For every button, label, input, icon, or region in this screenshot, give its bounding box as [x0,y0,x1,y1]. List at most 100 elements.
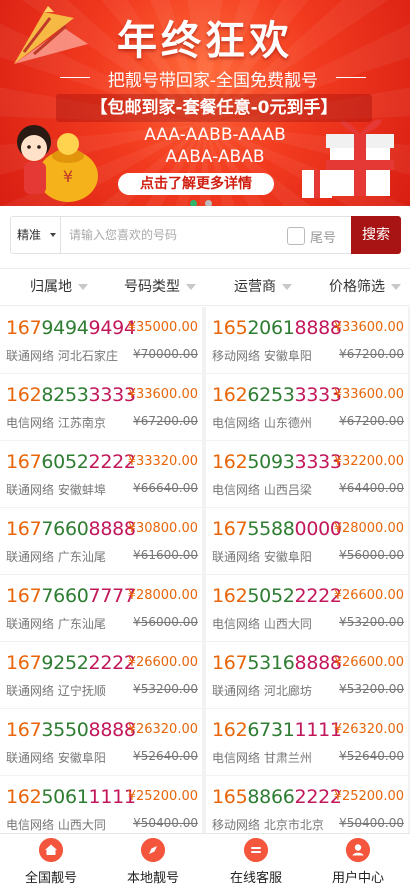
nav-label: 用户中心 [331,871,384,886]
phone-number: 16282533333 [6,384,136,406]
app-page: ¥ 年终狂欢 把靓号带回家-全国免费靓号 【包邮到家-套餐任意-0元到手】 AA… [0,0,410,887]
carrier-location: 电信网络 江苏南京 [6,416,106,430]
promo-banner[interactable]: ¥ 年终狂欢 把靓号带回家-全国免费靓号 【包邮到家-套餐任意-0元到手】 AA… [0,0,410,206]
sale-price: ¥26320.00 [333,722,404,737]
phone-number: 16250522222 [212,585,342,607]
phone-number: 16753168888 [212,652,342,674]
number-listing-grid: 16794949494 ¥35000.00 联通网络 河北石家庄 ¥70000.00 1… [0,307,410,833]
carrier-location: 联通网络 河北石家庄 [6,349,118,363]
original-price: ¥53200.00 [133,682,198,696]
nav-item-service[interactable]: 在线客服 [205,834,307,887]
filter-location[interactable]: 归属地 [30,269,88,305]
filter-carrier[interactable]: 运营商 [234,269,292,305]
carrier-location: 联通网络 广东汕尾 [6,550,106,564]
original-price: ¥66640.00 [133,481,198,495]
nav-label: 在线客服 [229,871,282,886]
user-icon [346,838,370,862]
filter-price-label: 价格筛选 [329,279,385,295]
carousel-dots[interactable] [190,192,220,206]
phone-number: 16735508888 [6,719,136,741]
nav-item-national[interactable]: 全国靓号 [0,834,102,887]
carrier-location: 电信网络 甘肃兰州 [212,751,312,765]
original-price: ¥61600.00 [133,548,198,562]
number-card[interactable]: 16520618888 ¥33600.00 移动网络 安徽阜阳 ¥67200.00 [206,307,408,373]
carrier-location: 联通网络 广东汕尾 [6,617,106,631]
search-input[interactable] [69,223,279,247]
sale-price: ¥26600.00 [333,588,404,603]
original-price: ¥67200.00 [339,414,404,428]
original-price: ¥53200.00 [339,615,404,629]
tail-number-checkbox[interactable] [287,227,305,245]
sale-price: ¥28000.00 [333,521,404,536]
original-price: ¥53200.00 [339,682,404,696]
number-card[interactable]: 16776608888 ¥30800.00 联通网络 广东汕尾 ¥61600.00 [0,508,202,574]
banner-patterns-line1: AAA-AABB-AAAB [144,125,286,145]
carrier-location: 移动网络 安徽阜阳 [212,349,312,363]
carrier-location: 电信网络 山西大同 [212,617,312,631]
phone-number: 16267311111 [212,719,342,741]
sale-price: ¥26600.00 [127,655,198,670]
phone-number: 16588662222 [212,786,342,808]
filter-number-type[interactable]: 号码类型 [124,269,196,305]
compass-icon [141,838,165,862]
number-card[interactable]: 16262533333 ¥33600.00 电信网络 山东德州 ¥67200.00 [206,374,408,440]
phone-number: 16520618888 [212,317,342,339]
search-button[interactable]: 搜索 [351,216,401,254]
sale-price: ¥33600.00 [127,387,198,402]
original-price: ¥67200.00 [133,414,198,428]
original-price: ¥50400.00 [133,816,198,830]
number-card[interactable]: 16735508888 ¥26320.00 联通网络 安徽阜阳 ¥52640.00 [0,709,202,775]
phone-number: 16776607777 [6,585,136,607]
dropdown-arrow-icon [186,284,196,290]
filter-location-label: 归属地 [30,279,72,295]
carrier-location: 联通网络 河北廊坊 [212,684,312,698]
nav-item-user[interactable]: 用户中心 [307,834,409,887]
filter-price[interactable]: 价格筛选 [329,269,401,305]
filter-bar: 归属地 号码类型 运营商 价格筛选 [0,268,410,306]
phone-number: 16794949494 [6,317,136,339]
number-card[interactable]: 16282533333 ¥33600.00 电信网络 江苏南京 ¥67200.00 [0,374,202,440]
phone-number: 16776608888 [6,518,136,540]
number-card[interactable]: 16250933333 ¥32200.00 电信网络 山西吕梁 ¥64400.00 [206,441,408,507]
number-card[interactable]: 16250522222 ¥26600.00 电信网络 山西大同 ¥53200.00 [206,575,408,641]
number-card[interactable]: 16250611111 ¥25200.00 电信网络 山西大同 ¥50400.00 [0,776,202,833]
number-card[interactable]: 16794949494 ¥35000.00 联通网络 河北石家庄 ¥70000.00 [0,307,202,373]
number-card[interactable]: 16760522222 ¥33320.00 联通网络 安徽蚌埠 ¥66640.00 [0,441,202,507]
number-card[interactable]: 16792522222 ¥26600.00 联通网络 辽宁抚顺 ¥53200.00 [0,642,202,708]
nav-label: 全国靓号 [24,871,77,886]
number-card[interactable]: 16753168888 ¥26600.00 联通网络 河北廊坊 ¥53200.00 [206,642,408,708]
original-price: ¥52640.00 [133,749,198,763]
carrier-location: 电信网络 山东德州 [212,416,312,430]
chat-icon [244,838,268,862]
carrier-location: 电信网络 山西吕梁 [212,483,312,497]
carousel-dot-1[interactable] [190,200,197,206]
sale-price: ¥25200.00 [127,789,198,804]
bottom-nav: 全国靓号 本地靓号 在线客服 用户中心 [0,833,410,887]
filter-number-type-label: 号码类型 [124,279,180,295]
svg-text:¥: ¥ [63,167,73,186]
dropdown-arrow-icon [391,284,401,290]
filter-carrier-label: 运营商 [234,279,276,295]
sale-price: ¥30800.00 [127,521,198,536]
number-card[interactable]: 16588662222 ¥25200.00 移动网络 北京市北京 ¥50400.00 [206,776,408,833]
number-card[interactable]: 16776607777 ¥28000.00 联通网络 广东汕尾 ¥56000.00 [0,575,202,641]
carrier-location: 联通网络 安徽阜阳 [6,751,106,765]
number-card[interactable]: 16267311111 ¥26320.00 电信网络 甘肃兰州 ¥52640.00 [206,709,408,775]
phone-number: 16250933333 [212,451,342,473]
number-card[interactable]: 16755880000 ¥28000.00 联通网络 安徽阜阳 ¥56000.00 [206,508,408,574]
original-price: ¥52640.00 [339,749,404,763]
carrier-location: 电信网络 山西大同 [6,818,106,832]
dropdown-arrow-icon [78,284,88,290]
home-icon [39,838,63,862]
nav-item-local[interactable]: 本地靓号 [102,834,204,887]
search-mode-select[interactable]: 精准 [11,217,61,253]
original-price: ¥67200.00 [339,347,404,361]
original-price: ¥64400.00 [339,481,404,495]
search-mode-value: 精准 [17,228,42,242]
carrier-location: 联通网络 安徽蚌埠 [6,483,106,497]
carrier-location: 联通网络 辽宁抚顺 [6,684,106,698]
banner-patterns-line2: AABA-ABAB [165,147,265,167]
carousel-dot-2[interactable] [205,200,212,206]
sale-price: ¥33600.00 [333,320,404,335]
sale-price: ¥25200.00 [333,789,404,804]
